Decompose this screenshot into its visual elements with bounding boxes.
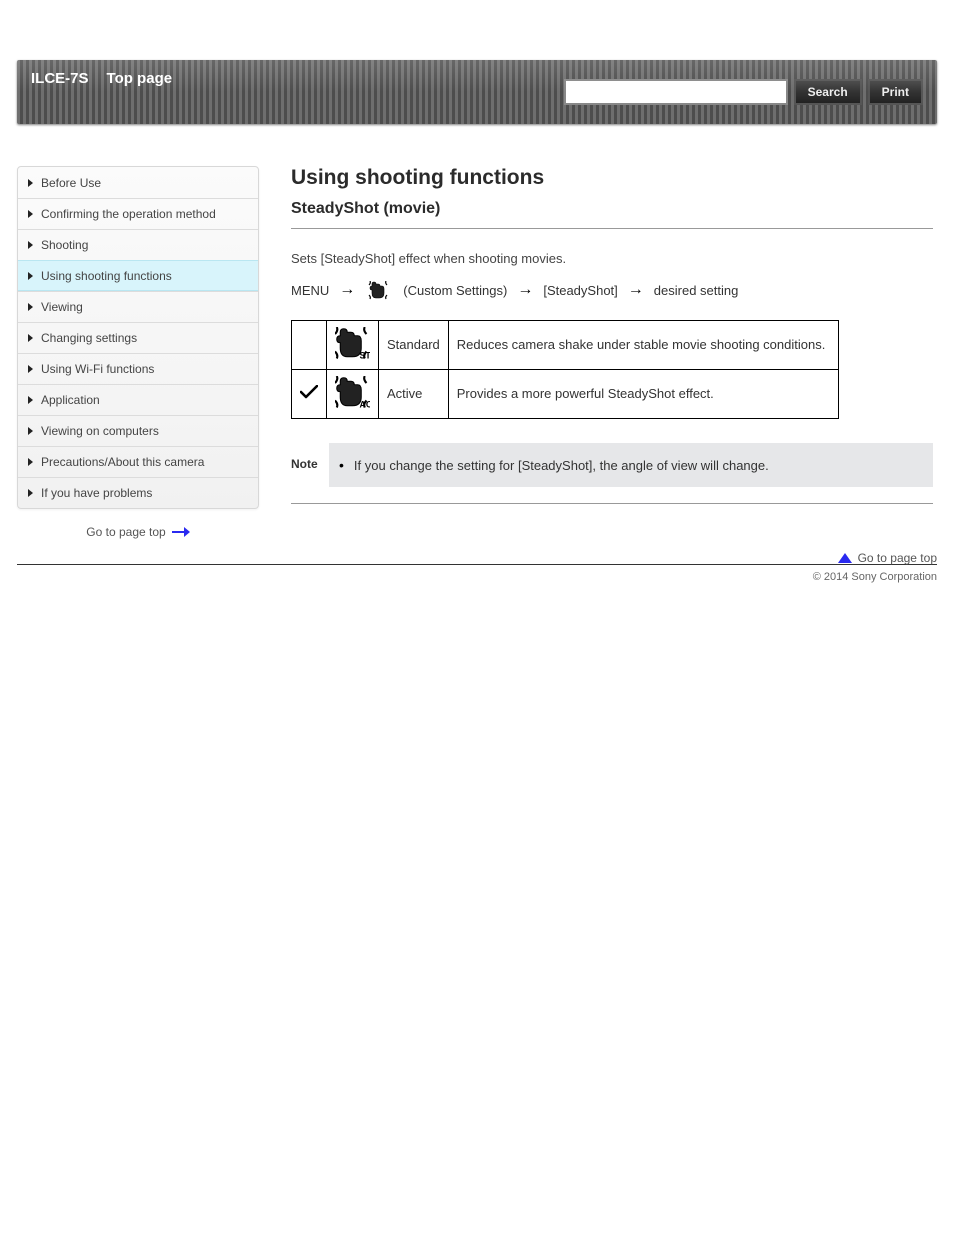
goto-top-sidebar[interactable]: Go to page top [17, 525, 259, 539]
search-button[interactable]: Search [794, 79, 862, 105]
svg-text:STD: STD [360, 350, 371, 360]
menu-path: MENU → (Custom Settings) → [SteadyShot] … [291, 281, 933, 300]
note-body: If you change the setting for [SteadySho… [329, 443, 933, 487]
description: Sets [SteadyShot] effect when shooting m… [291, 249, 933, 269]
menu-step-3: [SteadyShot] [543, 283, 617, 298]
chevron-right-icon [28, 241, 33, 249]
sidebar-item-label: Confirming the operation method [41, 207, 216, 221]
row-mode-desc: Reduces camera shake under stable movie … [448, 320, 838, 369]
goto-top-footer[interactable]: Go to page top [838, 551, 937, 565]
chevron-right-icon [28, 179, 33, 187]
chevron-right-icon [28, 396, 33, 404]
note-item: If you change the setting for [SteadySho… [333, 457, 919, 473]
menu-step-4: desired setting [654, 283, 739, 298]
arrow-icon: → [628, 281, 644, 299]
note-heading: Note [291, 443, 329, 487]
chevron-right-icon [28, 458, 33, 466]
footer: Go to page top © 2014 Sony Corporation [17, 564, 937, 594]
page-subtitle: SteadyShot (movie) [291, 200, 933, 218]
sidebar-nav: Before Use Confirming the operation metho… [17, 166, 259, 509]
sidebar-item[interactable]: Precautions/About this camera [18, 446, 258, 477]
sidebar-item[interactable]: Confirming the operation method [18, 198, 258, 229]
arrow-right-icon [172, 528, 190, 536]
sidebar-item-label: Changing settings [41, 331, 137, 345]
top-bar-right: Search Print [564, 79, 923, 105]
row-mode-desc: Provides a more powerful SteadyShot effe… [448, 369, 838, 418]
sidebar-goto-top-label: Go to page top [86, 525, 165, 539]
chevron-right-icon [28, 427, 33, 435]
svg-text:ACT: ACT [360, 399, 371, 409]
chevron-right-icon [28, 210, 33, 218]
search-input[interactable] [564, 79, 788, 105]
sidebar-item-label: Viewing on computers [41, 424, 159, 438]
top-page-link[interactable]: Top page [107, 70, 173, 87]
page-title: Using shooting functions [291, 166, 933, 190]
sidebar-item[interactable]: Shooting [18, 229, 258, 260]
sidebar-item[interactable]: Viewing [18, 291, 258, 322]
product-name: ILCE-7S [31, 70, 89, 87]
arrow-icon: → [339, 281, 355, 299]
table-row: STD StandardReduces camera shake under st… [292, 320, 839, 369]
options-table: STD StandardReduces camera shake under st… [291, 320, 839, 420]
sidebar-item[interactable]: Using Wi-Fi functions [18, 353, 258, 384]
sidebar-item[interactable]: Changing settings [18, 322, 258, 353]
chevron-right-icon [28, 303, 33, 311]
top-bar: ILCE-7S Top page Search Print [17, 60, 937, 124]
row-mode-icon-cell: ACT [327, 369, 379, 418]
chevron-right-icon [28, 334, 33, 342]
sidebar-item-label: Before Use [41, 176, 101, 190]
divider [291, 228, 933, 229]
check-icon [300, 385, 318, 399]
menu-step-2: (Custom Settings) [403, 283, 507, 298]
main-content: Using shooting functions SteadyShot (mov… [291, 166, 937, 564]
steadyshot-std-icon: STD [335, 348, 370, 363]
steadyshot-icon [365, 281, 393, 300]
sidebar-item-label: Viewing [41, 300, 83, 314]
row-check-cell [292, 320, 327, 369]
sidebar-item[interactable]: If you have problems [18, 477, 258, 508]
sidebar-item-label: Using shooting functions [41, 269, 172, 283]
steadyshot-act-icon: ACT [335, 397, 370, 412]
row-check-cell [292, 369, 327, 418]
chevron-right-icon [28, 272, 33, 280]
sidebar-item[interactable]: Application [18, 384, 258, 415]
top-bar-left: ILCE-7S Top page [31, 70, 172, 87]
chevron-right-icon [28, 365, 33, 373]
sidebar-item-label: If you have problems [41, 486, 152, 500]
print-button[interactable]: Print [868, 79, 923, 105]
sidebar-item[interactable]: Before Use [18, 167, 258, 198]
arrow-icon: → [517, 281, 533, 299]
sidebar-item-label: Shooting [41, 238, 88, 252]
sidebar-item-label: Using Wi-Fi functions [41, 362, 154, 376]
table-row: ACT ActiveProvides a more powerful Steady… [292, 369, 839, 418]
divider [291, 503, 933, 504]
footer-goto-top-label: Go to page top [858, 551, 937, 565]
sidebar-item-label: Application [41, 393, 100, 407]
menu-step-1: MENU [291, 283, 329, 298]
arrow-up-icon [838, 553, 852, 563]
sidebar: Before Use Confirming the operation metho… [17, 166, 259, 564]
row-mode-label: Standard [379, 320, 449, 369]
copyright: © 2014 Sony Corporation [813, 571, 937, 583]
sidebar-item-label: Precautions/About this camera [41, 455, 204, 469]
note-block: Note If you change the setting for [Stea… [291, 443, 933, 487]
row-mode-icon-cell: STD [327, 320, 379, 369]
sidebar-item[interactable]: Using shooting functions [18, 260, 258, 291]
chevron-right-icon [28, 489, 33, 497]
row-mode-label: Active [379, 369, 449, 418]
sidebar-item[interactable]: Viewing on computers [18, 415, 258, 446]
